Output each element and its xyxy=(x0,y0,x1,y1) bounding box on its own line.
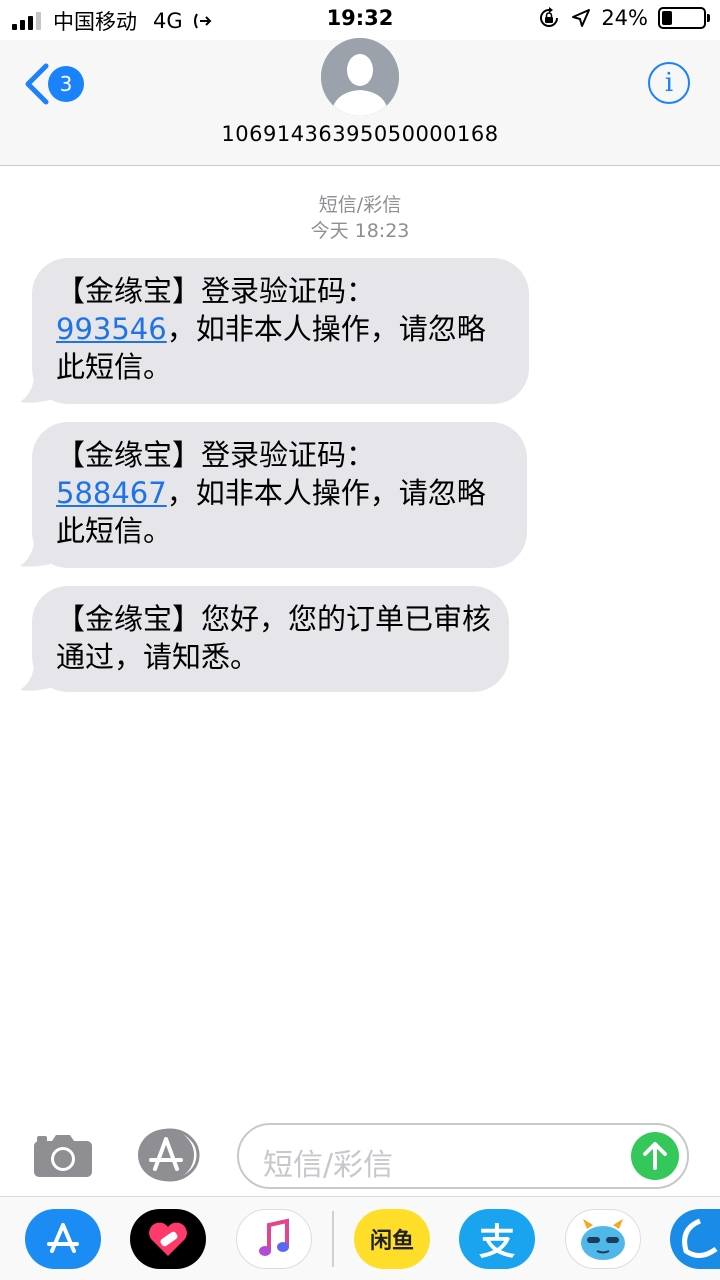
conversation-header: 3 10691436395050000168 i xyxy=(0,38,720,166)
xianyu-logo-icon: 闲鱼 xyxy=(369,1229,414,1254)
location-arrow-icon xyxy=(572,9,591,27)
service-label: 短信/彩信 xyxy=(318,194,402,216)
xianyu-app[interactable]: 闲鱼 xyxy=(354,1209,430,1269)
info-button[interactable]: i xyxy=(648,62,690,104)
bubble-tail xyxy=(20,666,50,691)
status-right: 24% xyxy=(537,6,710,30)
battery-icon xyxy=(658,7,710,29)
drawer-divider xyxy=(332,1211,334,1267)
verification-code-link[interactable]: 588467 xyxy=(56,476,167,510)
alipay-app[interactable]: 支 xyxy=(459,1209,535,1269)
send-button[interactable] xyxy=(631,1132,679,1180)
battery-level-fill xyxy=(662,11,672,25)
message-text: 【金缘宝】登录验证码：588467，如非本人操作，请忽略此短信。 xyxy=(56,436,506,550)
chevron-left-icon xyxy=(25,63,49,105)
partial-app[interactable] xyxy=(670,1209,720,1269)
sticker-app[interactable] xyxy=(565,1209,641,1269)
app-store-app[interactable] xyxy=(25,1209,101,1269)
rotation-lock-icon xyxy=(540,7,559,27)
apps-button[interactable] xyxy=(136,1127,202,1183)
message-prefix: 【金缘宝】登录验证码： xyxy=(56,438,376,472)
app-store-icon xyxy=(138,1128,200,1182)
messages-screen: 中国移动 4G 19:32 24% 3 10691436395050000168… xyxy=(0,0,720,1280)
bubble-tail xyxy=(20,542,50,567)
message-timestamp: 今天 18:23 xyxy=(310,220,410,242)
back-button[interactable]: 3 xyxy=(22,62,84,106)
camera-icon xyxy=(34,1135,92,1177)
message-body: 【金缘宝】您好，您的订单已审核通过，请知悉。 xyxy=(56,602,492,674)
unread-count-badge: 3 xyxy=(48,66,84,102)
health-heart-app[interactable] xyxy=(130,1209,206,1269)
compose-bar: 短信/彩信 xyxy=(0,1115,720,1197)
info-icon: i xyxy=(664,68,674,98)
person-silhouette-icon xyxy=(321,38,399,116)
bubble-tail xyxy=(20,378,50,403)
camera-button[interactable] xyxy=(32,1133,94,1183)
contact-number[interactable]: 10691436395050000168 xyxy=(0,122,720,146)
music-app[interactable] xyxy=(236,1209,312,1269)
partial-app-icon xyxy=(682,1218,718,1258)
app-store-icon xyxy=(47,1223,79,1253)
music-note-icon xyxy=(259,1218,289,1256)
status-bar: 中国移动 4G 19:32 24% xyxy=(0,0,720,40)
battery-percent: 24% xyxy=(601,6,648,30)
message-bubble[interactable]: 【金缘宝】您好，您的订单已审核通过，请知悉。 xyxy=(20,586,509,692)
heart-bandage-icon xyxy=(149,1222,187,1256)
verification-code-link[interactable]: 993546 xyxy=(56,312,167,346)
blue-monster-sticker-icon xyxy=(581,1219,625,1260)
alipay-logo-icon: 支 xyxy=(478,1222,515,1263)
message-bubble[interactable]: 【金缘宝】登录验证码：993546，如非本人操作，请忽略此短信。 xyxy=(20,258,529,404)
message-prefix: 【金缘宝】登录验证码： xyxy=(56,274,376,308)
message-input-placeholder: 短信/彩信 xyxy=(263,1148,394,1183)
contact-avatar[interactable] xyxy=(321,38,399,116)
message-text: 【金缘宝】登录验证码：993546，如非本人操作，请忽略此短信。 xyxy=(56,272,506,386)
message-text: 【金缘宝】您好，您的订单已审核通过，请知悉。 xyxy=(56,600,496,676)
message-input[interactable]: 短信/彩信 xyxy=(237,1123,689,1189)
imessage-app-drawer: 闲鱼 支 xyxy=(0,1196,720,1280)
arrow-up-icon xyxy=(643,1142,667,1170)
message-bubble[interactable]: 【金缘宝】登录验证码：588467，如非本人操作，请忽略此短信。 xyxy=(20,422,527,568)
